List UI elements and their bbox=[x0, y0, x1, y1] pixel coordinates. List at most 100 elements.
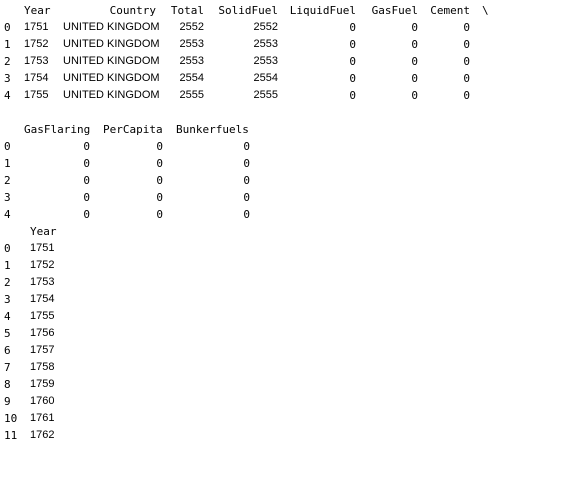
cell-year: 1755 bbox=[30, 310, 55, 322]
table3-row: 10 1761 bbox=[0, 410, 567, 427]
cell-year: 1760 bbox=[30, 395, 55, 407]
cell-country: UNITED KINGDOM bbox=[63, 55, 160, 67]
table2-header-percapita: PerCapita bbox=[103, 123, 163, 136]
table1-row: 0 1751 UNITED KINGDOM 2552 2552 0 0 0 bbox=[0, 19, 567, 36]
cell-total: 2555 bbox=[179, 89, 204, 101]
cell-bunkerfuels: 0 bbox=[243, 157, 250, 170]
row-index: 6 bbox=[4, 344, 11, 357]
table2-row: 2 0 0 0 bbox=[0, 172, 567, 189]
table1-row: 4 1755 UNITED KINGDOM 2555 2555 0 0 0 bbox=[0, 87, 567, 104]
table1-header-country: Country bbox=[109, 4, 156, 17]
cell-gasflaring: 0 bbox=[83, 157, 90, 170]
row-index: 3 bbox=[4, 72, 11, 85]
cell-percapita: 0 bbox=[156, 140, 163, 153]
cell-year: 1753 bbox=[24, 55, 49, 67]
row-index: 0 bbox=[4, 21, 11, 34]
row-index: 0 bbox=[4, 140, 11, 153]
table1-header-cement: Cement bbox=[430, 4, 470, 17]
table3-row: 8 1759 bbox=[0, 376, 567, 393]
table3-header-row: Year bbox=[0, 223, 567, 240]
row-index: 9 bbox=[4, 395, 11, 408]
cell-year: 1754 bbox=[30, 293, 55, 305]
cell-year: 1751 bbox=[24, 21, 49, 33]
table1-row: 1 1752 UNITED KINGDOM 2553 2553 0 0 0 bbox=[0, 36, 567, 53]
cell-bunkerfuels: 0 bbox=[243, 140, 250, 153]
cell-gasfuel: 0 bbox=[411, 55, 418, 68]
table3-row: 2 1753 bbox=[0, 274, 567, 291]
table2-header-gasflaring: GasFlaring bbox=[24, 123, 91, 136]
row-index: 5 bbox=[4, 327, 11, 340]
cell-country: UNITED KINGDOM bbox=[63, 89, 160, 101]
cell-solidfuel: 2553 bbox=[253, 55, 278, 67]
cell-cement: 0 bbox=[463, 89, 470, 102]
cell-gasflaring: 0 bbox=[83, 174, 90, 187]
table2-row: 4 0 0 0 bbox=[0, 206, 567, 223]
row-index: 7 bbox=[4, 361, 11, 374]
cell-country: UNITED KINGDOM bbox=[63, 21, 160, 33]
row-index: 4 bbox=[4, 310, 11, 323]
cell-year: 1762 bbox=[30, 429, 55, 441]
table3-row: 3 1754 bbox=[0, 291, 567, 308]
row-index: 10 bbox=[4, 412, 18, 425]
cell-gasfuel: 0 bbox=[411, 21, 418, 34]
cell-percapita: 0 bbox=[156, 191, 163, 204]
cell-bunkerfuels: 0 bbox=[243, 191, 250, 204]
row-index: 1 bbox=[4, 259, 11, 272]
cell-percapita: 0 bbox=[156, 174, 163, 187]
table1-header-continuation: \ bbox=[482, 4, 489, 17]
table3-row: 5 1756 bbox=[0, 325, 567, 342]
cell-year: 1759 bbox=[30, 378, 55, 390]
table2-row: 1 0 0 0 bbox=[0, 155, 567, 172]
table3-row: 4 1755 bbox=[0, 308, 567, 325]
cell-country: UNITED KINGDOM bbox=[63, 38, 160, 50]
table3-row: 9 1760 bbox=[0, 393, 567, 410]
cell-year: 1756 bbox=[30, 327, 55, 339]
table1-header-solidfuel: SolidFuel bbox=[218, 4, 278, 17]
cell-year: 1758 bbox=[30, 361, 55, 373]
row-index: 2 bbox=[4, 174, 11, 187]
table3-row: 11 1762 bbox=[0, 427, 567, 444]
cell-year: 1751 bbox=[30, 242, 55, 254]
cell-gasfuel: 0 bbox=[411, 38, 418, 51]
table3-row: 6 1757 bbox=[0, 342, 567, 359]
cell-country: UNITED KINGDOM bbox=[63, 72, 160, 84]
cell-percapita: 0 bbox=[156, 208, 163, 221]
row-index: 0 bbox=[4, 242, 11, 255]
row-index: 4 bbox=[4, 208, 11, 221]
row-index: 8 bbox=[4, 378, 11, 391]
cell-liquidfuel: 0 bbox=[349, 89, 356, 102]
cell-total: 2554 bbox=[179, 72, 204, 84]
cell-cement: 0 bbox=[463, 55, 470, 68]
row-index: 2 bbox=[4, 276, 11, 289]
cell-liquidfuel: 0 bbox=[349, 38, 356, 51]
cell-liquidfuel: 0 bbox=[349, 55, 356, 68]
cell-solidfuel: 2552 bbox=[253, 21, 278, 33]
cell-year: 1761 bbox=[30, 412, 55, 424]
cell-cement: 0 bbox=[463, 38, 470, 51]
cell-year: 1752 bbox=[30, 259, 55, 271]
row-index: 3 bbox=[4, 293, 11, 306]
table3-row: 7 1758 bbox=[0, 359, 567, 376]
cell-liquidfuel: 0 bbox=[349, 72, 356, 85]
table1-row: 3 1754 UNITED KINGDOM 2554 2554 0 0 0 bbox=[0, 70, 567, 87]
table1-row: 2 1753 UNITED KINGDOM 2553 2553 0 0 0 bbox=[0, 53, 567, 70]
cell-gasflaring: 0 bbox=[83, 208, 90, 221]
cell-cement: 0 bbox=[463, 72, 470, 85]
table3-header-year: Year bbox=[30, 225, 57, 238]
cell-year: 1755 bbox=[24, 89, 49, 101]
console-output: Year Country Total SolidFuel LiquidFuel … bbox=[0, 0, 567, 450]
cell-solidfuel: 2554 bbox=[253, 72, 278, 84]
cell-cement: 0 bbox=[463, 21, 470, 34]
table2-header-row: GasFlaring PerCapita Bunkerfuels bbox=[0, 121, 567, 138]
table1-header-row: Year Country Total SolidFuel LiquidFuel … bbox=[0, 2, 567, 19]
cell-solidfuel: 2555 bbox=[253, 89, 278, 101]
cell-total: 2552 bbox=[179, 21, 204, 33]
row-index: 11 bbox=[4, 429, 18, 442]
table1-header-total: Total bbox=[170, 4, 204, 17]
row-index: 1 bbox=[4, 38, 11, 51]
cell-bunkerfuels: 0 bbox=[243, 174, 250, 187]
cell-year: 1757 bbox=[30, 344, 55, 356]
table3-row: 0 1751 bbox=[0, 240, 567, 257]
cell-total: 2553 bbox=[179, 38, 204, 50]
cell-total: 2553 bbox=[179, 55, 204, 67]
